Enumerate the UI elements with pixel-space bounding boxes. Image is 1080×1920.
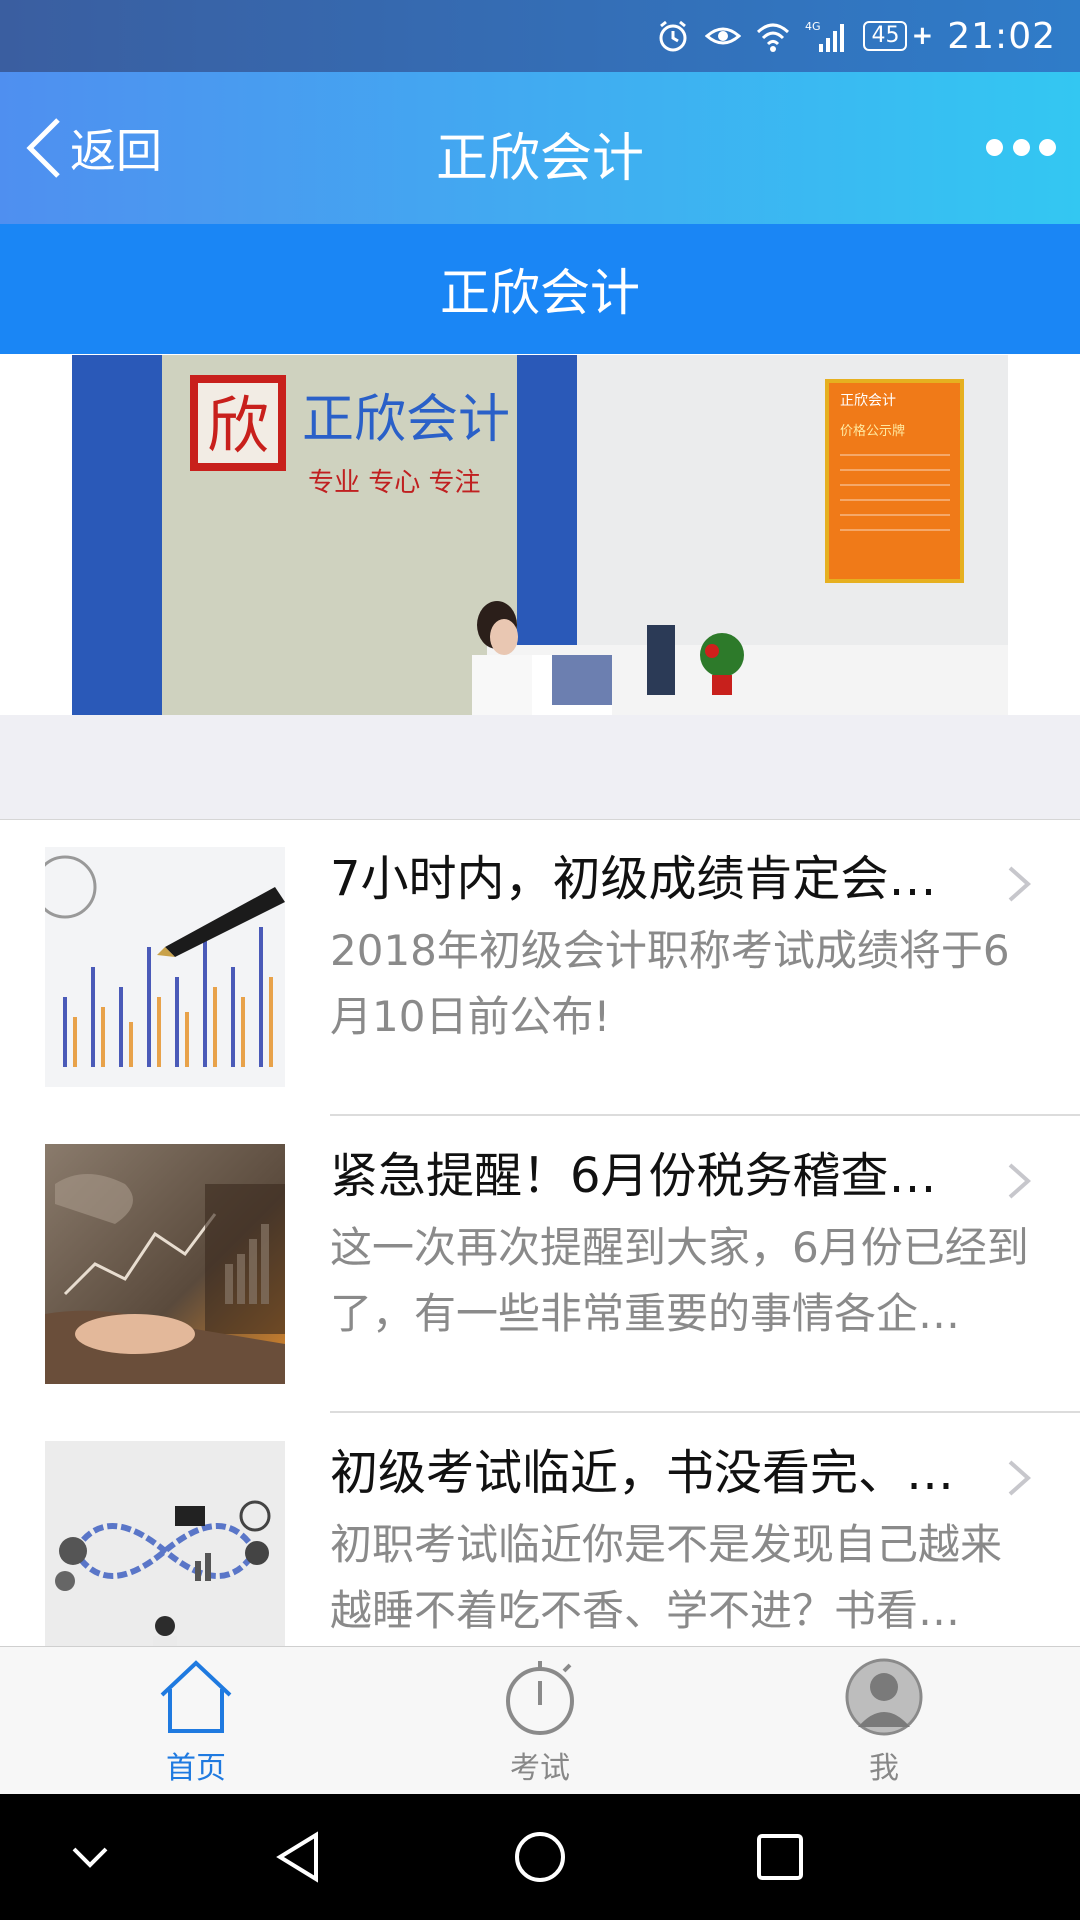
stopwatch-icon: [506, 1661, 574, 1735]
nav-home-button[interactable]: [510, 1827, 570, 1887]
home-icon: [160, 1660, 232, 1733]
article-title: 紧急提醒！6月份税务稽查…: [330, 1148, 937, 1204]
square-recents-icon: [757, 1834, 803, 1880]
divider: [330, 1114, 1080, 1116]
svg-text:专业 专心 专注: 专业 专心 专注: [308, 468, 481, 498]
svg-text:正欣会计: 正欣会计: [302, 390, 510, 450]
avatar-icon: [845, 1658, 923, 1736]
nav-collapse-button[interactable]: [60, 1827, 120, 1887]
tab-label: 首页: [166, 1751, 226, 1786]
tab-exam[interactable]: 考试: [360, 1647, 720, 1795]
article-thumbnail: [45, 1144, 285, 1384]
list-item[interactable]: 紧急提醒！6月份税务稽查… 这一次再次提醒到大家，6月份已经到了，有一些非常重要…: [0, 1117, 1080, 1413]
triangle-back-icon: [276, 1831, 318, 1883]
title-bar: 返回 正欣会计: [0, 72, 1080, 224]
svg-text:欣: 欣: [207, 389, 269, 462]
article-thumbnail: [45, 847, 285, 1087]
svg-text:价格公示牌: 价格公示牌: [840, 423, 905, 439]
more-icon[interactable]: [986, 132, 1056, 162]
battery-icon: 45 +: [863, 21, 933, 51]
tab-home[interactable]: 首页: [16, 1647, 376, 1795]
banner-image[interactable]: 欣 正欣会计 专业 专心 专注 正欣会计 价格公示牌: [72, 355, 1008, 715]
tab-bar: 首页 考试 我: [0, 1646, 1080, 1795]
section-gap: [0, 715, 1080, 820]
article-title: 7小时内，初级成绩肯定会…: [330, 851, 937, 907]
article-description: 2018年初级会计职称考试成绩将于6月10日前公布!: [330, 926, 1010, 1041]
article-description: 这一次再次提醒到大家，6月份已经到了，有一些非常重要的事情各企…: [330, 1223, 1029, 1338]
tab-label: 考试: [510, 1751, 570, 1786]
divider: [330, 1411, 1080, 1413]
nav-recents-button[interactable]: [750, 1827, 810, 1887]
nav-back-button[interactable]: [270, 1827, 330, 1887]
alarm-icon: [659, 20, 687, 52]
status-bar: 4G 45 + 21:02: [0, 0, 1080, 72]
section-header: 正欣会计: [0, 224, 1080, 354]
wifi-icon: [757, 23, 790, 52]
chevron-down-icon: [72, 1847, 108, 1868]
svg-text:正欣会计: 正欣会计: [840, 393, 896, 409]
article-description: 初职考试临近你是不是发现自己越来越睡不着吃不香、学不进？书看…: [330, 1520, 1003, 1635]
svg-text:4G: 4G: [805, 20, 821, 33]
chevron-right-icon: [1008, 1460, 1032, 1496]
system-nav-bar: [0, 1794, 1080, 1920]
status-time: 21:02: [947, 15, 1056, 57]
chevron-right-icon: [1008, 866, 1032, 902]
article-thumbnail: [45, 1441, 285, 1681]
article-title: 初级考试临近，书没看完、…: [330, 1445, 955, 1501]
tab-me[interactable]: 我: [704, 1647, 1064, 1795]
eye-icon: [705, 27, 742, 45]
list-item[interactable]: 7小时内，初级成绩肯定会… 2018年初级会计职称考试成绩将于6月10日前公布!: [0, 820, 1080, 1116]
page-title: 正欣会计: [435, 129, 644, 189]
chevron-right-icon: [1008, 1163, 1032, 1199]
tab-label: 我: [869, 1751, 899, 1786]
signal-icon: 4G: [805, 20, 845, 52]
circle-home-icon: [515, 1832, 565, 1882]
